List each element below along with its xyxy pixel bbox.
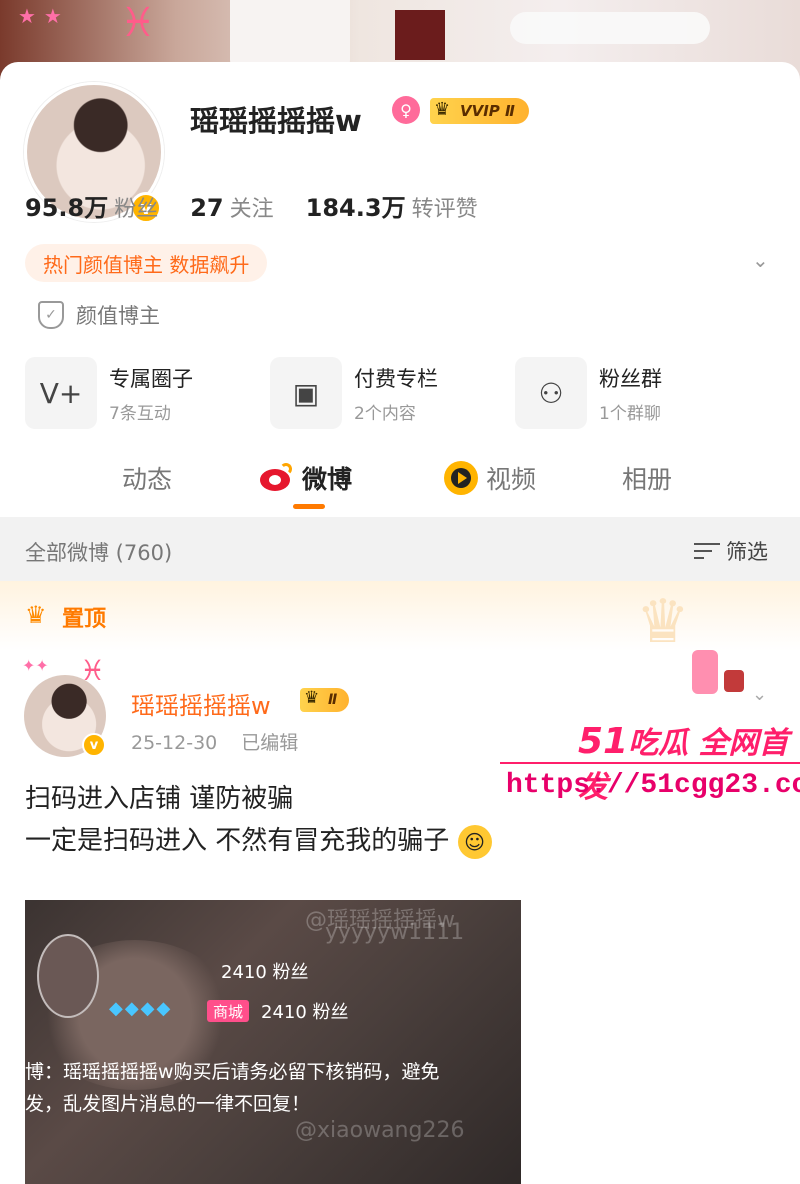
site-watermark: 51吃瓜 全网首发 https://51cgg23.com [500,718,800,808]
female-gender-icon: ♀ [392,96,420,124]
crown-icon: ♛ [304,688,320,708]
profile-stats: 95.8万 粉丝 27 关注 184.3万 转评赞 [25,188,478,223]
image-watermark: @xiaowang226 [295,1118,465,1143]
circle-v-icon: V+ [25,357,97,429]
diamond-icon: ◆◆◆◆ [109,998,173,1019]
image-watermark: yyyyyw1111 [325,920,465,945]
post-text-line-1: 扫码进入店铺 谨防被骗 [25,784,294,814]
service-exclusive-circle[interactable]: V+ 专属圈子 7条互动 [25,357,270,429]
post-image[interactable]: @瑶瑶摇摇摇w yyyyyw1111 2410 粉丝 ◆◆◆◆ 商城 2410 … [25,900,521,1184]
pinned-crown-icon: ♛ [25,601,47,629]
image-fans-count: 2410 粉丝 [261,1002,349,1023]
post-more-chevron-icon[interactable]: ⌄ [752,684,767,705]
feed-filter-bar: 全部微博 (760) 筛选 [0,517,800,581]
filter-icon [694,540,720,562]
filter-button[interactable]: 筛选 [694,536,768,566]
post-vip-badge[interactable]: ♛ Ⅱ [300,688,350,712]
vvip-badge[interactable]: ♛ VVIP Ⅱ [430,98,529,124]
bookmark-icon: ▣ [270,357,342,429]
post-date: 25-12-30 [131,732,218,754]
service-entries: V+ 专属圈子 7条互动 ▣ 付费专栏 2个内容 ⚇ 粉丝群 1个群聊 [25,357,760,429]
pinned-label: 置顶 [62,607,107,632]
pisces-decoration-icon: ♓ [120,0,156,46]
profile-tabs: 动态 微博 视频 相册 [0,452,800,512]
shield-icon: ✓ [38,301,64,329]
star-decoration-icon: ★★ [18,4,70,28]
image-avatar [37,934,99,1018]
chevron-down-icon[interactable]: ⌄ [752,248,774,272]
post-content: 扫码进入店铺 谨防被骗 一定是扫码进入 不然有冒充我的骗子 ☺ [25,778,492,862]
stat-following[interactable]: 27 关注 [190,191,273,223]
weibo-logo-icon [260,463,294,493]
group-icon: ⚇ [515,357,587,429]
star-decoration-icon: ✦✦ [22,656,49,675]
weibo-count: 全部微博 (760) [25,541,173,565]
service-paid-column[interactable]: ▣ 付费专栏 2个内容 [270,357,515,429]
tab-weibo[interactable]: 微博 [260,460,352,496]
stat-likes[interactable]: 184.3万 转评赞 [306,188,478,223]
service-fan-group[interactable]: ⚇ 粉丝群 1个群聊 [515,357,760,429]
tab-album[interactable]: 相册 [622,460,672,496]
image-caption: 博：瑶瑶摇摇摇w购买后请务必留下核销码，避免 发，乱发图片消息的一律不回复！ [25,1061,440,1115]
video-play-icon [444,461,478,495]
post-edited-label: 已编辑 [241,732,299,754]
watermark-url: https://51cgg23.com [506,770,800,801]
post-meta: 25-12-30 已编辑 [131,728,298,755]
tab-video[interactable]: 视频 [444,460,536,496]
tab-dynamic[interactable]: 动态 [122,460,172,496]
verification-label: 颜值博主 [76,304,160,328]
thinking-emoji-icon: ☺ [457,824,492,859]
post-author-name[interactable]: 瑶瑶摇摇摇w [131,686,271,721]
profile-nickname: 瑶瑶摇摇摇w [190,104,362,138]
verification-row[interactable]: ✓ 颜值博主 [38,300,160,330]
crown-icon: ♛ [434,99,451,120]
sticker-decoration [692,650,752,700]
profile-card: v 瑶瑶摇摇摇w ♀ ♛ VVIP Ⅱ 95.8万 粉丝 27 关注 184.3万转… [0,62,800,517]
verified-v-icon: v [82,733,106,757]
shop-tag: 商城 [207,1000,250,1022]
hot-blogger-tag[interactable]: 热门颜值博主 数据飙升 [25,244,268,282]
image-fans-count: 2410 粉丝 [221,962,309,983]
stat-followers[interactable]: 95.8万 粉丝 [25,188,158,223]
pinned-header: ♛ 置顶 ♛ [0,581,800,657]
post-text-line-2: 一定是扫码进入 不然有冒充我的骗子 [25,826,450,856]
background-crown-icon: ♛ [636,587,690,657]
active-tab-indicator [293,504,325,509]
